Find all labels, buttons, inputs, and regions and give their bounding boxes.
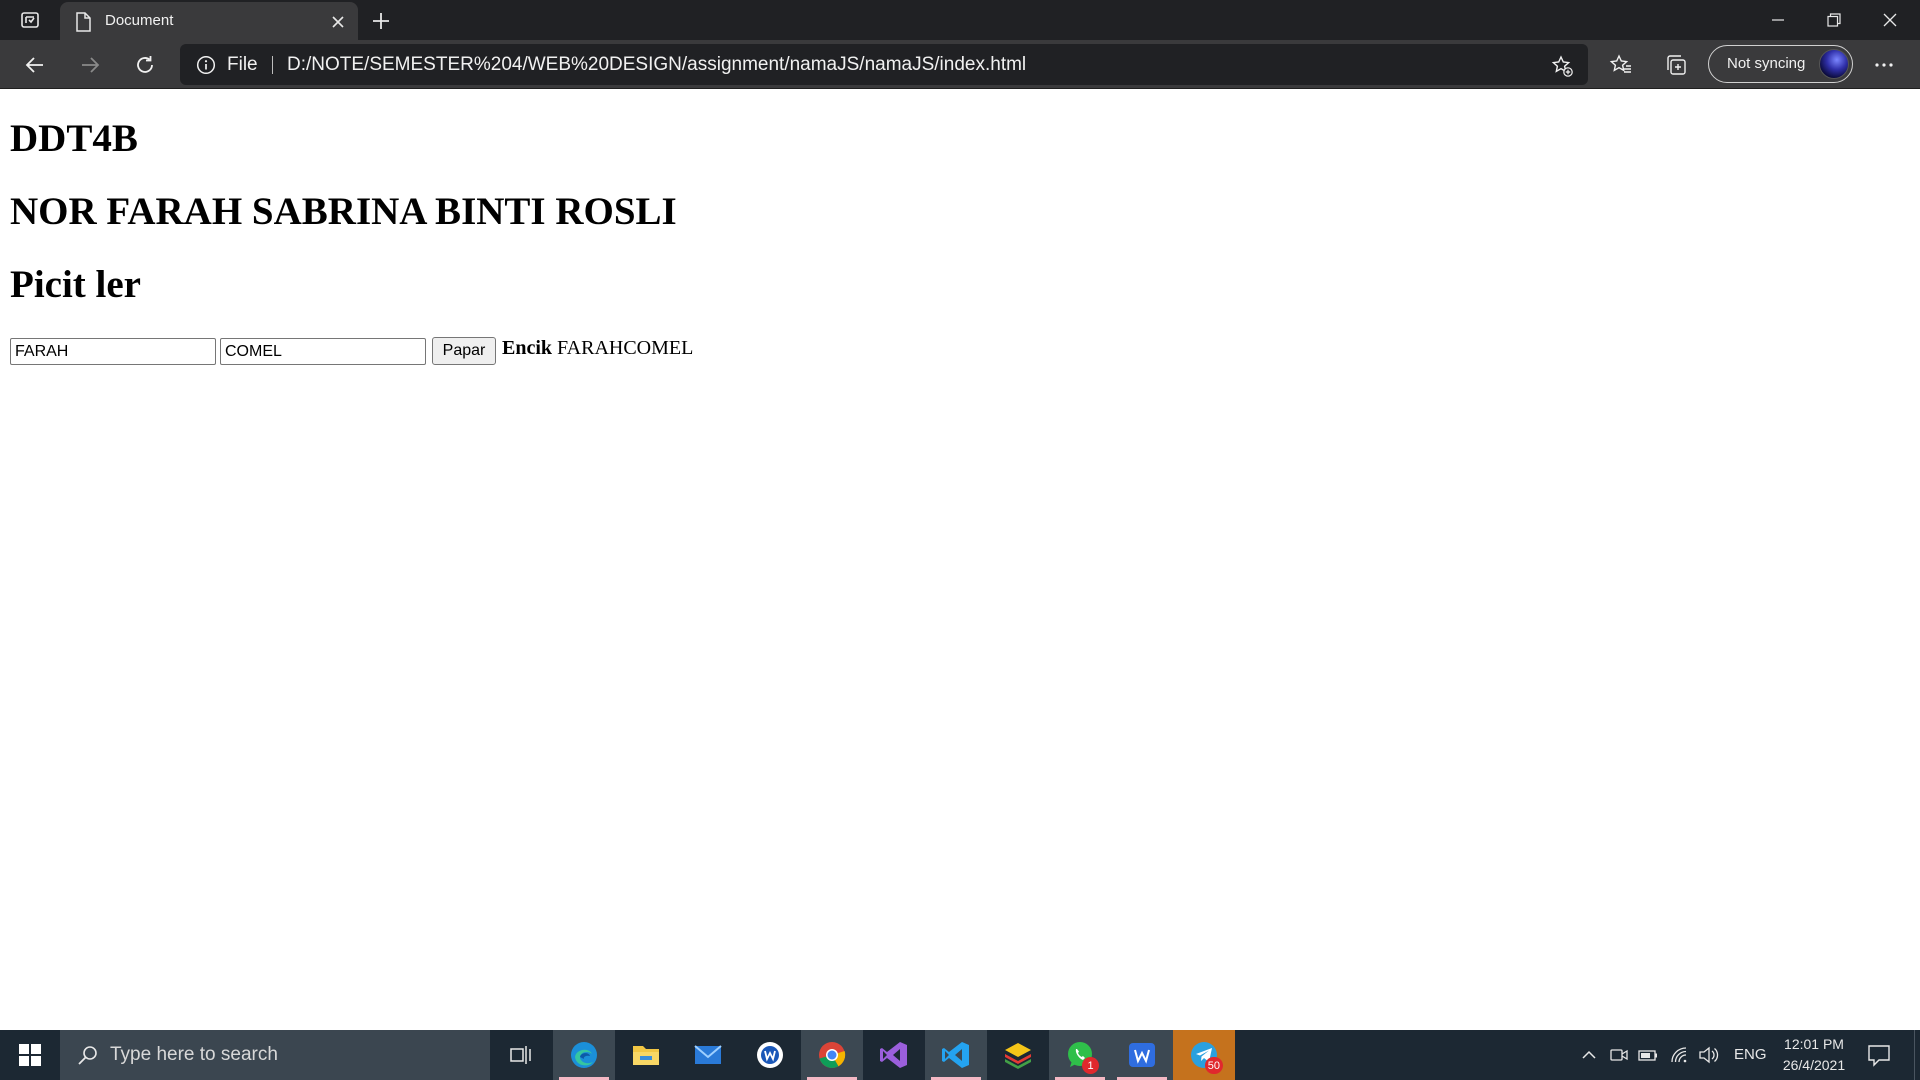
profile-sync-label: Not syncing xyxy=(1727,55,1806,72)
favorites-icon[interactable] xyxy=(1607,51,1635,79)
taskbar-search-box[interactable]: Type here to search xyxy=(60,1030,490,1080)
tab-title: Document xyxy=(105,12,174,29)
browser-titlebar: Document xyxy=(0,0,1920,40)
taskbar-telegram-icon[interactable]: 50 xyxy=(1173,1030,1235,1080)
forward-icon[interactable] xyxy=(74,49,106,81)
taskbar-file-explorer-icon[interactable] xyxy=(615,1030,677,1080)
input-language[interactable]: ENG xyxy=(1734,1046,1767,1063)
task-view-icon[interactable] xyxy=(490,1030,552,1080)
subtitle-heading: Picit ler xyxy=(10,263,141,306)
search-icon xyxy=(76,1043,100,1067)
address-scheme: File xyxy=(227,54,258,75)
taskbar-bluestacks-icon[interactable] xyxy=(987,1030,1049,1080)
student-name-heading: NOR FARAH SABRINA BINTI ROSLI xyxy=(10,190,677,233)
address-bar[interactable]: File D:/NOTE/SEMESTER%204/WEB%20DESIGN/a… xyxy=(180,44,1588,85)
clock-date[interactable]: 26/4/2021 xyxy=(1774,1057,1854,1073)
taskbar-wps-writer-icon[interactable] xyxy=(1111,1030,1173,1080)
tab-actions-icon[interactable] xyxy=(12,6,48,34)
taskbar-word-app-icon[interactable] xyxy=(739,1030,801,1080)
result-output: Encik FARAHCOMEL xyxy=(502,337,693,360)
document-icon xyxy=(74,12,92,32)
more-options-icon[interactable] xyxy=(1870,51,1898,79)
taskbar: Type here to search 1 50 ENG 12:01 PM 26… xyxy=(0,1030,1920,1080)
profile-button[interactable]: Not syncing xyxy=(1708,45,1853,83)
back-icon[interactable] xyxy=(19,49,51,81)
web-page: DDT4B NOR FARAH SABRINA BINTI ROSLI Pici… xyxy=(0,90,1920,1030)
notification-center-icon[interactable] xyxy=(1866,1043,1892,1067)
add-favorite-icon[interactable] xyxy=(1550,54,1574,78)
course-heading: DDT4B xyxy=(10,117,138,160)
restore-icon[interactable] xyxy=(1806,0,1862,40)
minimize-icon[interactable] xyxy=(1750,0,1806,40)
volume-icon[interactable] xyxy=(1698,1044,1720,1066)
close-tab-icon[interactable] xyxy=(328,12,348,32)
wifi-icon[interactable] xyxy=(1668,1044,1690,1066)
result-value: FARAHCOMEL xyxy=(557,337,694,359)
clock-time[interactable]: 12:01 PM xyxy=(1782,1036,1846,1052)
papar-button[interactable]: Papar xyxy=(432,337,496,365)
refresh-icon[interactable] xyxy=(129,49,161,81)
info-icon[interactable] xyxy=(196,55,216,75)
taskbar-edge-icon[interactable] xyxy=(553,1030,615,1080)
browser-toolbar: File D:/NOTE/SEMESTER%204/WEB%20DESIGN/a… xyxy=(0,40,1920,89)
last-name-input[interactable] xyxy=(220,338,426,365)
show-desktop-button[interactable] xyxy=(1914,1030,1920,1080)
collections-icon[interactable] xyxy=(1662,51,1690,79)
windows-start-icon[interactable] xyxy=(0,1030,60,1080)
taskbar-vscode-icon[interactable] xyxy=(925,1030,987,1080)
battery-icon[interactable] xyxy=(1637,1044,1659,1066)
search-placeholder: Type here to search xyxy=(110,1044,278,1065)
meet-now-icon[interactable] xyxy=(1608,1044,1630,1066)
whatsapp-badge: 1 xyxy=(1082,1057,1099,1074)
browser-tab[interactable]: Document xyxy=(60,2,358,40)
show-hidden-icons-icon[interactable] xyxy=(1578,1044,1600,1066)
result-prefix: Encik xyxy=(502,337,553,359)
first-name-input[interactable] xyxy=(10,338,216,365)
taskbar-whatsapp-icon[interactable]: 1 xyxy=(1049,1030,1111,1080)
address-separator xyxy=(272,56,273,74)
close-window-icon[interactable] xyxy=(1862,0,1918,40)
telegram-badge: 50 xyxy=(1204,1057,1223,1074)
taskbar-chrome-icon[interactable] xyxy=(801,1030,863,1080)
avatar xyxy=(1819,49,1849,79)
taskbar-visual-studio-icon[interactable] xyxy=(863,1030,925,1080)
new-tab-icon[interactable] xyxy=(368,8,394,34)
taskbar-mail-icon[interactable] xyxy=(677,1030,739,1080)
address-url[interactable]: D:/NOTE/SEMESTER%204/WEB%20DESIGN/assign… xyxy=(287,54,1026,76)
